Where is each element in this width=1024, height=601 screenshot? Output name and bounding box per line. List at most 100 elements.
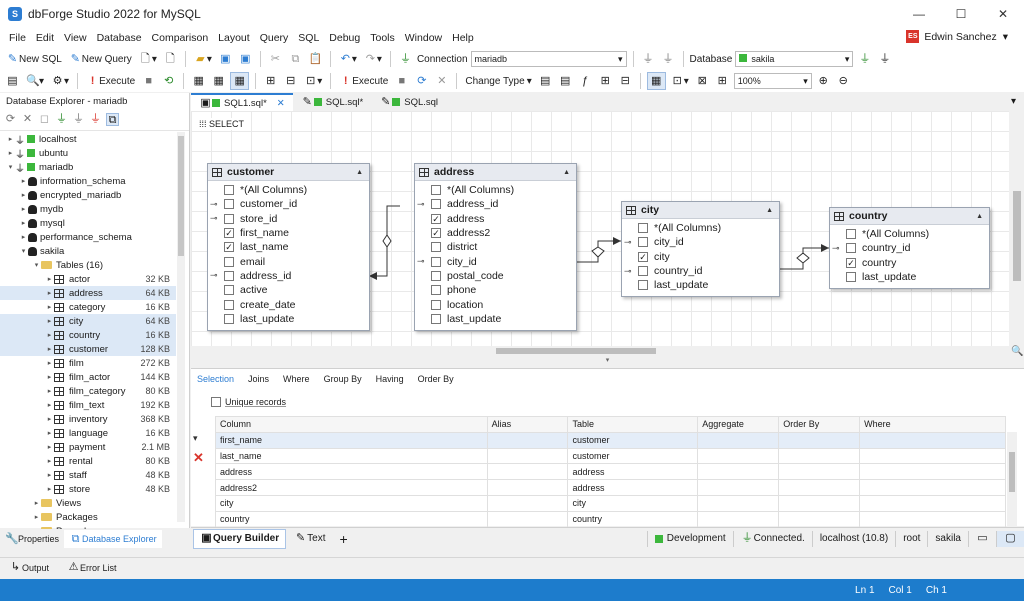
undo-button[interactable]: ↶ ▾ <box>337 50 359 68</box>
zoom-select[interactable]: 100% ▾ <box>733 73 812 89</box>
grid-row[interactable]: first_name customer <box>215 431 1006 449</box>
column-row[interactable]: *(All Columns) <box>415 183 576 197</box>
tree-item-customer[interactable]: ▸ customer 128 KB <box>0 342 176 356</box>
tab-selection[interactable]: Selection <box>197 374 234 384</box>
tree-item-address[interactable]: ▸ address 64 KB <box>0 286 176 300</box>
grid-cell[interactable] <box>697 494 780 512</box>
column-checkbox[interactable] <box>431 270 441 281</box>
column-checkbox[interactable] <box>638 223 648 234</box>
close-button[interactable]: ✕ <box>982 0 1024 28</box>
tree-item-city[interactable]: ▸ city 64 KB <box>0 314 176 328</box>
column-row[interactable]: postal_code <box>415 269 576 283</box>
stop-button[interactable]: ■ <box>140 72 157 90</box>
grid-cell[interactable] <box>859 463 1006 481</box>
collapse-icon[interactable]: ▾ <box>32 261 41 269</box>
execute-button[interactable]: ! Execute <box>84 72 137 90</box>
save-button[interactable]: ▣ <box>217 50 234 68</box>
grid-cell[interactable]: city <box>215 494 488 512</box>
canvas-hscrollbar[interactable] <box>191 346 1009 356</box>
expand-icon[interactable]: ▸ <box>19 177 28 185</box>
menu-query[interactable]: Query <box>255 32 294 44</box>
collapse-icon[interactable]: ▲ <box>356 169 363 176</box>
menu-comparison[interactable]: Comparison <box>147 32 214 44</box>
diagram-button-1[interactable]: ⊞ <box>262 72 279 90</box>
collapse-icon[interactable]: ▾ <box>19 247 28 255</box>
layout-toggle-2[interactable]: ▢ <box>996 530 1024 547</box>
connection-button[interactable]: ⏚ <box>397 50 414 68</box>
tree-item-film[interactable]: ▸ film 272 KB <box>0 356 176 370</box>
grid-cell[interactable] <box>859 447 1006 465</box>
find-button[interactable]: 🔍 ▾ <box>24 72 46 90</box>
history-button[interactable]: ⟲ <box>160 72 177 90</box>
grid-cell[interactable] <box>486 463 569 481</box>
cancel-button[interactable]: ✕ <box>433 72 450 90</box>
grid-cell[interactable]: first_name <box>215 431 488 449</box>
column-checkbox[interactable] <box>638 280 648 291</box>
zoom-in-button[interactable]: ⊕ <box>815 72 832 90</box>
delete-row-icon[interactable]: ✕ <box>193 450 204 466</box>
column-row[interactable]: ✓ address <box>415 212 576 226</box>
grid-header-cell[interactable]: Aggregate <box>697 416 780 433</box>
expand-icon[interactable]: ▸ <box>45 345 54 353</box>
expand-icon[interactable]: ▸ <box>6 135 15 143</box>
column-checkbox[interactable]: ✓ <box>431 228 441 239</box>
grid-cell[interactable] <box>859 510 1006 528</box>
column-row[interactable]: ✓ first_name <box>208 226 369 240</box>
grid-cell[interactable]: country <box>215 510 488 528</box>
expand-icon[interactable]: ▸ <box>45 331 54 339</box>
grid-cell[interactable] <box>486 510 569 528</box>
column-row[interactable]: phone <box>415 283 576 297</box>
copy-button[interactable]: ⧉ <box>287 50 304 68</box>
menu-file[interactable]: File <box>4 32 31 44</box>
add-view-button[interactable]: ▤ <box>557 72 574 90</box>
column-row[interactable]: ⊸ address_id <box>415 197 576 211</box>
grid-cell[interactable]: address2 <box>215 479 488 496</box>
grid-header-cell[interactable]: Order By <box>778 416 861 433</box>
disconnect-icon[interactable]: ⏚ <box>89 113 102 126</box>
tree-item-inventory[interactable]: ▸ inventory 368 KB <box>0 412 176 426</box>
tree-item-encrypted-mariadb[interactable]: ▸ encrypted_mariadb <box>0 188 176 202</box>
grid-cell[interactable] <box>697 479 780 496</box>
column-checkbox[interactable] <box>224 313 234 324</box>
menu-layout[interactable]: Layout <box>213 32 255 44</box>
move-down-icon[interactable]: ▾ <box>193 433 204 444</box>
column-row[interactable]: district <box>415 240 576 254</box>
column-checkbox[interactable]: ✓ <box>224 228 234 239</box>
tree-item-film-text[interactable]: ▸ film_text 192 KB <box>0 398 176 412</box>
add-sub-button[interactable]: ⊞ <box>597 72 614 90</box>
toggle-panel-button[interactable]: ▤ <box>4 72 21 90</box>
fit-button[interactable]: ⊠ <box>694 72 711 90</box>
tab-where[interactable]: Where <box>283 374 310 384</box>
grid-cell[interactable] <box>859 494 1006 512</box>
grid-cell[interactable] <box>778 510 861 528</box>
menu-view[interactable]: View <box>59 32 92 44</box>
tab-joins[interactable]: Joins <box>248 374 269 384</box>
grid-cell[interactable]: address <box>567 463 699 481</box>
column-checkbox[interactable] <box>224 213 234 224</box>
add-function-button[interactable]: ƒ <box>577 72 594 90</box>
column-checkbox[interactable] <box>431 299 441 310</box>
column-row[interactable]: last_update <box>622 278 779 292</box>
expand-icon[interactable]: ▸ <box>19 191 28 199</box>
refresh-button[interactable]: ⟳ <box>413 72 430 90</box>
cut-button[interactable]: ✂ <box>267 50 284 68</box>
grid-row[interactable]: city city <box>215 494 1006 512</box>
diagram-button-3[interactable]: ⊡ ▾ <box>302 72 324 90</box>
column-checkbox[interactable] <box>638 237 648 248</box>
splitter-handle[interactable]: ▾ <box>191 356 1024 368</box>
column-checkbox[interactable] <box>224 185 234 196</box>
menu-edit[interactable]: Edit <box>31 32 59 44</box>
paste-button[interactable]: 📋 <box>307 50 324 68</box>
minimize-button[interactable]: — <box>898 0 940 28</box>
collapse-icon[interactable]: ▾ <box>6 163 15 171</box>
grid-cell[interactable]: last_name <box>215 447 488 465</box>
column-checkbox[interactable]: ✓ <box>224 242 234 253</box>
grid-cell[interactable] <box>778 431 861 449</box>
grid-scrollbar[interactable] <box>1007 432 1017 526</box>
tab-sql[interactable]: ✎ SQL.sql <box>371 93 446 111</box>
new-sql-button[interactable]: ✎ New SQL <box>4 50 64 68</box>
tree-item-country[interactable]: ▸ country 16 KB <box>0 328 176 342</box>
column-row[interactable]: last_update <box>415 312 576 326</box>
filter-icon[interactable]: ⧉ <box>106 113 119 126</box>
tabs-overflow-icon[interactable]: ▾ <box>1003 93 1024 111</box>
